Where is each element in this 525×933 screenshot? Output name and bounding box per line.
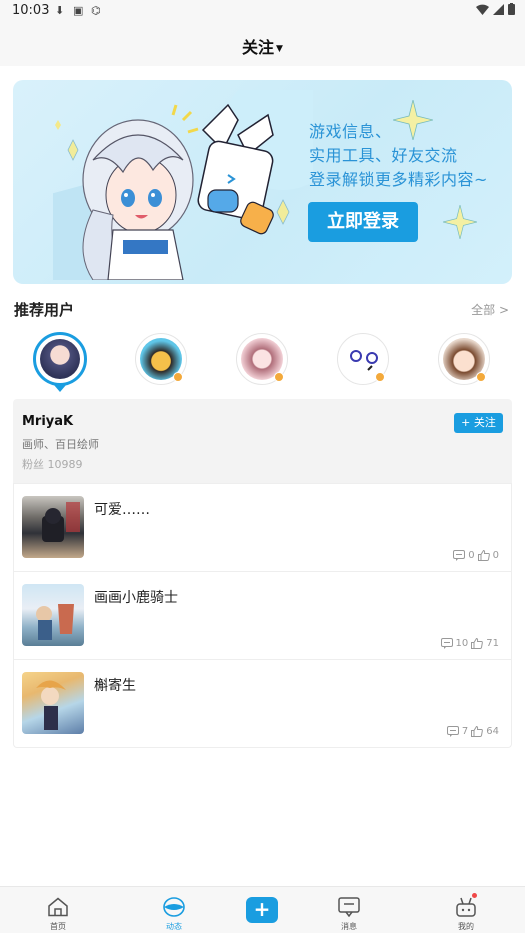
post-thumbnail (22, 496, 84, 558)
post-thumbnail (22, 672, 84, 734)
header: 关注 ▼ (0, 22, 525, 66)
nav-messages[interactable]: 消息 (314, 887, 384, 933)
post-item[interactable]: 画画小鹿骑士 10 71 (14, 571, 511, 659)
status-right (476, 3, 515, 15)
banner-text: 游戏信息、 实用工具、好友交流 登录解锁更多精彩内容~ (309, 120, 488, 192)
verified-badge-icon (173, 372, 183, 382)
post-stats: 7 64 (446, 726, 499, 737)
banner-illustration (53, 90, 313, 280)
comment-icon (446, 726, 459, 737)
user-description: 画师、百日绘师 (22, 438, 99, 451)
comment-icon (453, 550, 466, 561)
nav-mine[interactable]: 我的 (431, 887, 501, 933)
feed-icon (163, 897, 185, 917)
battery-icon (508, 3, 515, 15)
status-time: 10:03 (12, 3, 50, 18)
profile-mascot-icon (456, 897, 476, 917)
user-fans: 粉丝 10989 (22, 458, 83, 471)
download-icon: ⬇ (55, 4, 65, 17)
nav-feed[interactable]: 动态 (139, 887, 209, 933)
bottom-nav: 首页 动态 + 消息 我的 (0, 886, 525, 933)
comment-icon (440, 638, 453, 649)
photo-icon: ▣ (73, 4, 84, 17)
post-stats: 10 71 (440, 638, 499, 649)
banner-line: 登录解锁更多精彩内容~ (309, 170, 488, 189)
status-bar: 10:03 ⬇ ▣ ⌬ (0, 0, 525, 22)
nav-messages-label: 消息 (341, 922, 357, 931)
like-count: 64 (486, 726, 499, 737)
message-icon (338, 897, 360, 917)
like-count: 71 (486, 638, 499, 649)
follow-button[interactable]: + 关注 (454, 413, 503, 433)
selected-pointer (54, 385, 66, 392)
nav-home-label: 首页 (50, 922, 66, 931)
post-title: 画画小鹿骑士 (94, 590, 178, 606)
banner-line: 游戏信息、 (309, 122, 392, 141)
wifi-icon (476, 4, 489, 15)
like-icon[interactable] (471, 726, 484, 737)
avatar-user-1[interactable] (33, 332, 87, 386)
feed-filter-dropdown[interactable]: 关注 ▼ (0, 34, 525, 58)
post-title: 可爱…… (94, 502, 150, 518)
post-thumbnail (22, 584, 84, 646)
like-icon[interactable] (477, 550, 490, 561)
page-title: 关注 (242, 38, 275, 57)
verified-badge-icon (274, 372, 284, 382)
view-all-link[interactable]: 全部 > (471, 301, 509, 318)
user-card[interactable]: MriyaK 画师、百日绘师 粉丝 10989 + 关注 (13, 399, 512, 483)
nav-feed-label: 动态 (166, 922, 182, 931)
post-item[interactable]: 槲寄生 7 64 (14, 659, 511, 747)
recommend-title: 推荐用户 (14, 301, 75, 319)
comment-count: 0 (468, 550, 475, 561)
like-icon[interactable] (471, 638, 484, 649)
create-post-button[interactable]: + (246, 897, 278, 923)
post-item[interactable]: 可爱…… 0 0 (14, 483, 511, 571)
post-stats: 0 0 (453, 550, 499, 561)
like-count: 0 (492, 550, 499, 561)
post-list: 可爱…… 0 0 画画小鹿骑士 10 71 槲寄生 7 64 (13, 483, 512, 748)
recommended-avatars (0, 330, 525, 712)
login-button[interactable]: 立即登录 (308, 202, 418, 242)
nav-mine-label: 我的 (458, 922, 474, 931)
notification-dot (472, 893, 477, 898)
verified-badge-icon (476, 372, 486, 382)
home-icon (48, 897, 68, 917)
user-name: MriyaK (22, 414, 74, 429)
avatar (40, 339, 80, 379)
signal-icon (493, 3, 504, 15)
nav-home[interactable]: 首页 (23, 887, 93, 933)
post-title: 槲寄生 (94, 678, 136, 694)
comment-count: 10 (455, 638, 469, 649)
app-notification-icon: ⌬ (91, 4, 101, 17)
comment-count: 7 (461, 726, 469, 737)
login-banner[interactable]: 游戏信息、 实用工具、好友交流 登录解锁更多精彩内容~ 立即登录 (13, 80, 512, 284)
banner-line: 实用工具、好友交流 (309, 146, 458, 165)
caret-down-icon: ▼ (276, 44, 283, 54)
sparkle-icon (443, 205, 477, 239)
verified-badge-icon (375, 372, 385, 382)
